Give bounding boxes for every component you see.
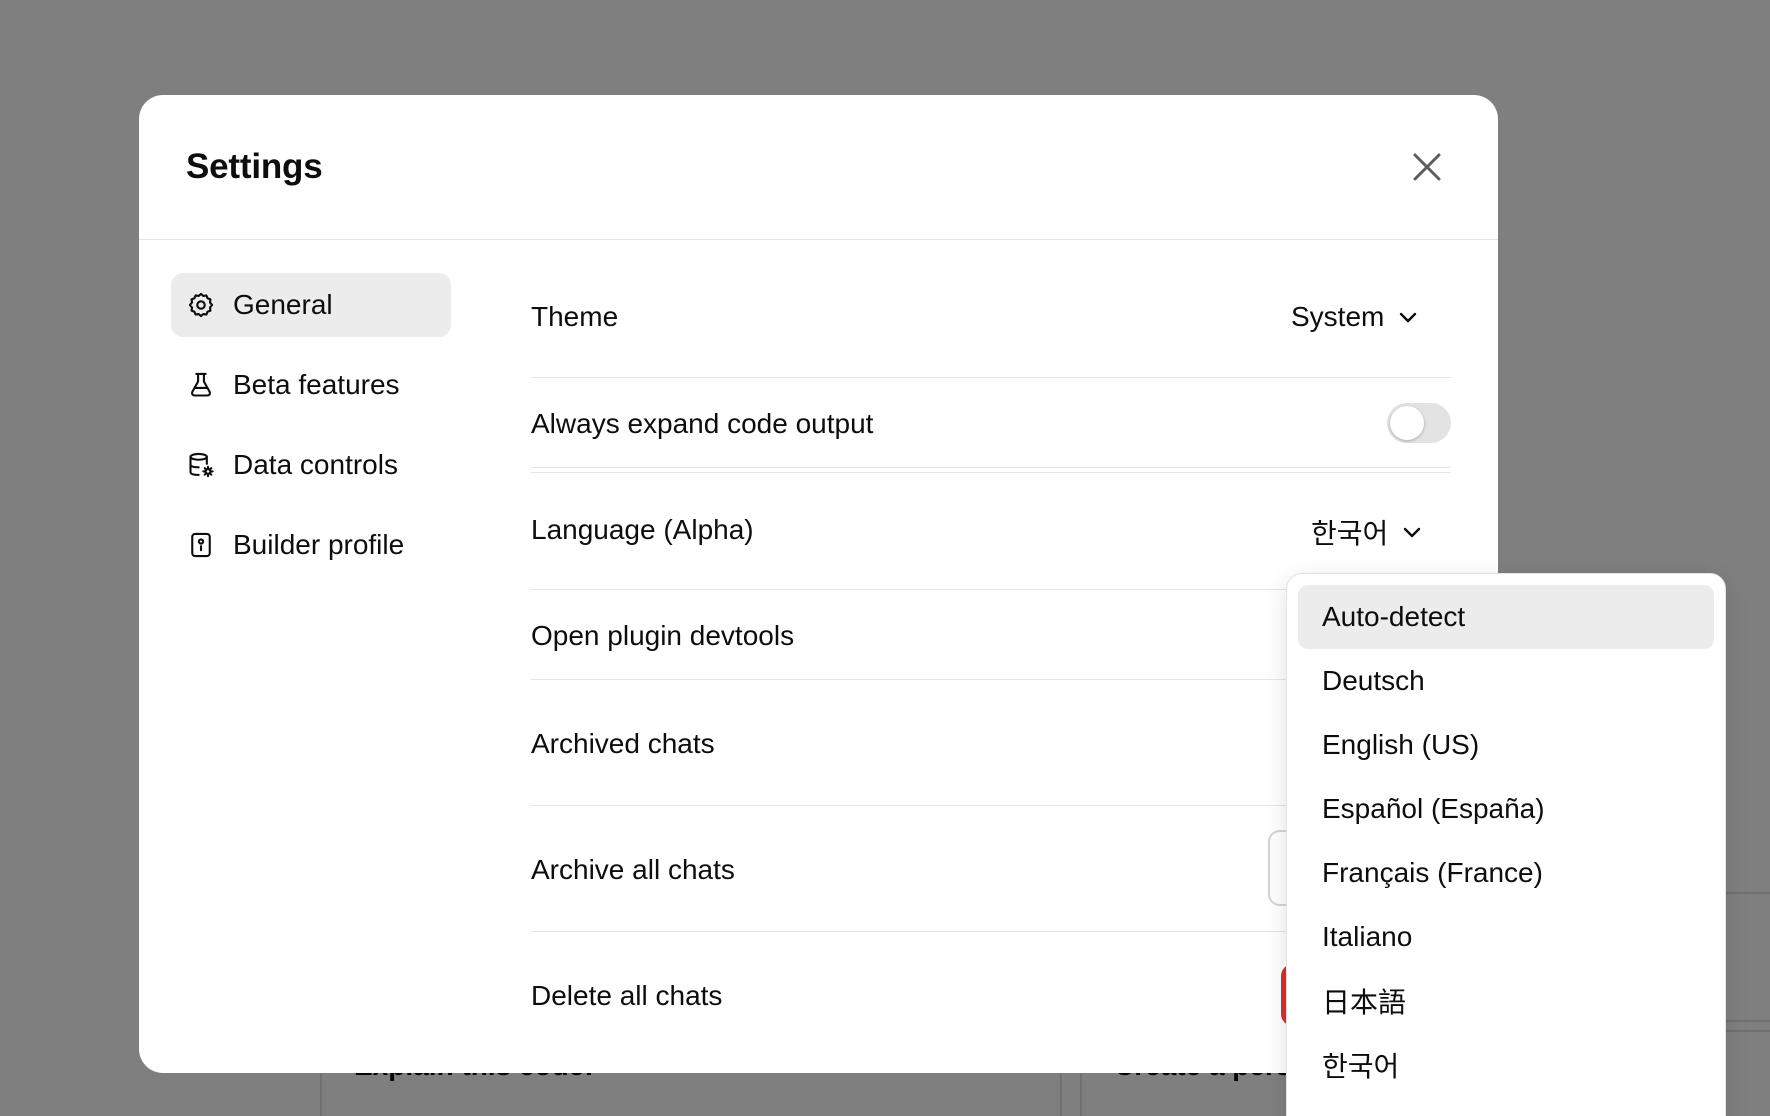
expand-code-label: Always expand code output	[531, 408, 874, 439]
sidebar-item-label: Builder profile	[233, 529, 405, 560]
sidebar-item-data-controls[interactable]: Data controls	[171, 433, 451, 497]
archive-all-label: Archive all chats	[531, 854, 735, 885]
theme-select-value: System	[1291, 301, 1385, 332]
divider	[531, 377, 1451, 378]
language-option[interactable]: Italiano	[1298, 905, 1714, 969]
plugin-devtools-label: Open plugin devtools	[531, 620, 795, 651]
toggle-knob	[1390, 406, 1424, 440]
divider	[531, 931, 1286, 932]
divider	[531, 679, 1286, 680]
sidebar-item-label: General	[233, 289, 333, 320]
language-label: Language (Alpha)	[531, 514, 754, 545]
settings-sidebar: General Beta features Data controls Buil…	[171, 273, 451, 593]
language-option[interactable]: English (US)	[1298, 713, 1714, 777]
language-select[interactable]: 한국어	[1311, 512, 1422, 552]
archived-chats-label: Archived chats	[531, 728, 715, 759]
theme-label: Theme	[531, 301, 619, 332]
theme-select[interactable]: System	[1291, 301, 1418, 333]
database-gear-icon	[187, 451, 215, 479]
chevron-down-icon	[1404, 527, 1421, 538]
sidebar-item-general[interactable]: General	[171, 273, 451, 337]
language-option[interactable]: 한국어	[1298, 1033, 1714, 1097]
sidebar-item-label: Beta features	[233, 369, 400, 400]
id-card-icon	[187, 531, 215, 559]
divider	[531, 467, 1451, 468]
modal-header: Settings	[139, 95, 1498, 240]
modal-title: Settings	[186, 147, 323, 186]
sidebar-item-label: Data controls	[233, 449, 398, 480]
expand-code-toggle[interactable]	[1387, 403, 1451, 443]
sidebar-item-builder-profile[interactable]: Builder profile	[171, 513, 451, 577]
divider	[531, 589, 1286, 590]
language-option[interactable]: Deutsch	[1298, 649, 1714, 713]
language-option[interactable]: Français (France)	[1298, 841, 1714, 905]
close-icon	[1413, 153, 1441, 181]
chevron-down-icon	[1400, 312, 1417, 323]
language-option[interactable]: Auto-detect	[1298, 585, 1714, 649]
language-select-value: 한국어	[1311, 517, 1389, 550]
language-option[interactable]: Español (España)	[1298, 777, 1714, 841]
sidebar-item-beta-features[interactable]: Beta features	[171, 353, 451, 417]
language-dropdown: Auto-detect Deutsch English (US) Español…	[1286, 573, 1726, 1116]
divider	[531, 805, 1286, 806]
flask-icon	[187, 371, 215, 399]
close-button[interactable]	[1405, 145, 1449, 189]
delete-all-label: Delete all chats	[531, 980, 723, 1011]
language-option[interactable]: 日本語	[1298, 969, 1714, 1033]
gear-icon	[187, 291, 215, 319]
